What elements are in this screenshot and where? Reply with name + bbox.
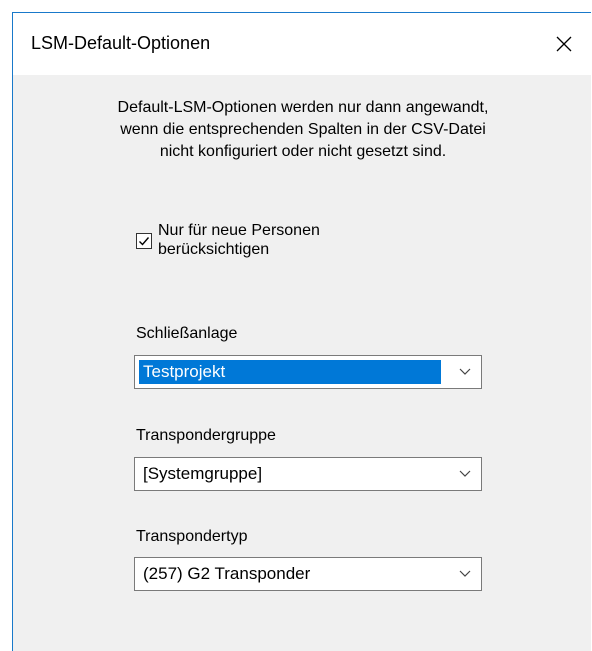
checkmark-icon	[139, 237, 150, 246]
new-persons-only-label: Nur für neue Personen berücksichtigen	[158, 222, 320, 258]
locking-system-dropdown[interactable]: Testprojekt	[134, 355, 482, 389]
window-title: LSM-Default-Optionen	[31, 33, 211, 53]
transponder-group-value: [Systemgruppe]	[143, 464, 263, 483]
title-bar: LSM-Default-Optionen	[13, 13, 591, 75]
chevron-down-icon	[459, 470, 471, 477]
chevron-down-icon	[459, 368, 471, 375]
new-persons-only-checkbox-row[interactable]: Nur für neue Personen berücksichtigen	[136, 221, 320, 259]
transponder-group-dropdown[interactable]: [Systemgruppe]	[134, 457, 482, 491]
locking-system-value: Testprojekt	[139, 360, 441, 384]
transponder-group-label: Transpondergruppe	[136, 427, 276, 444]
close-icon	[556, 36, 572, 52]
dialog-content: Default-LSM-Optionen werden nur dann ang…	[13, 75, 591, 651]
dialog-window: LSM-Default-Optionen Default-LSM-Optione…	[12, 12, 591, 651]
transponder-type-label: Transpondertyp	[136, 528, 248, 545]
transponder-type-value: (257) G2 Transponder	[143, 564, 311, 583]
locking-system-label: Schließanlage	[136, 325, 238, 342]
transponder-type-dropdown[interactable]: (257) G2 Transponder	[134, 557, 482, 591]
description-text: Default-LSM-Optionen werden nur dann ang…	[117, 99, 489, 160]
close-button[interactable]	[537, 13, 591, 75]
chevron-down-icon	[459, 570, 471, 577]
new-persons-only-checkbox[interactable]	[136, 233, 152, 249]
